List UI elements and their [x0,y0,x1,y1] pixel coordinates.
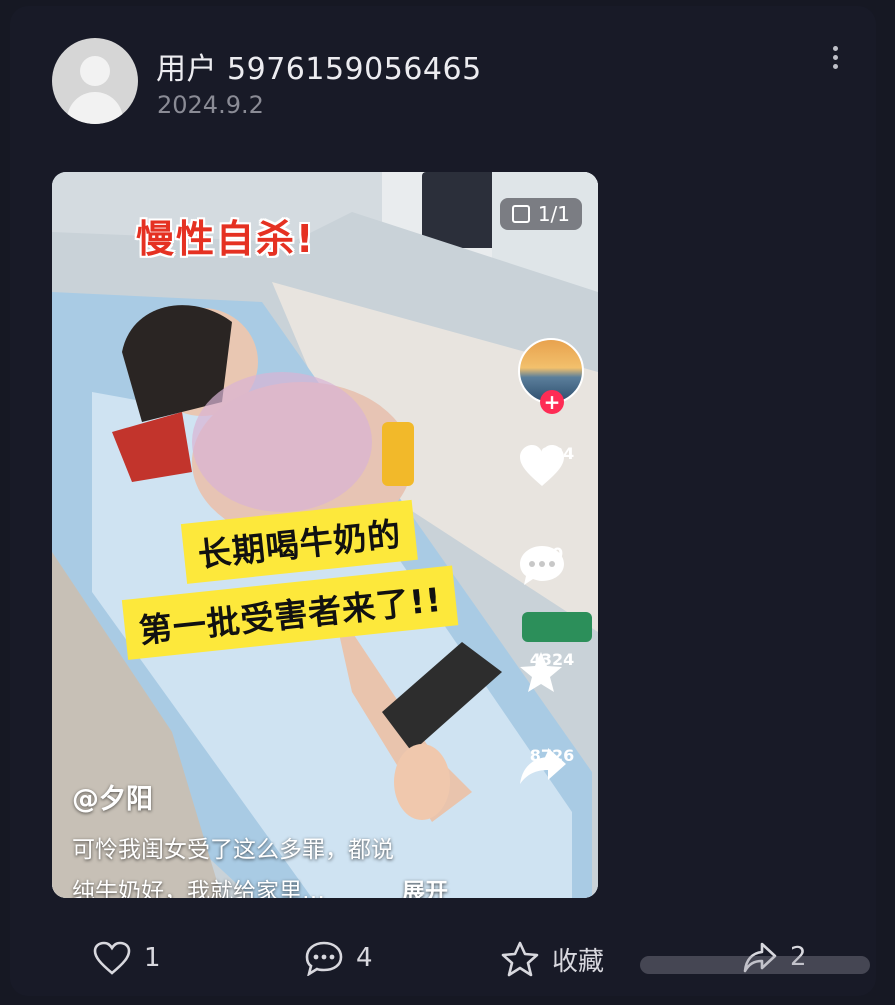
like-count: 1 [144,943,161,973]
side-share-button[interactable]: 8726 [518,746,586,784]
share-icon [520,748,566,784]
description-line-1: 可怜我闺女受了这么多罪，都说 [72,837,394,863]
comment-icon [520,546,564,585]
description-line-2: 纯牛奶好，我就给家里… [72,879,325,898]
side-like-button[interactable]: 6984 [518,444,586,486]
gallery-icon [511,205,530,223]
more-options-icon[interactable] [822,42,848,78]
post-date: 2024.9.2 [157,91,264,119]
heart-icon [520,445,564,486]
watermark-overlay [640,956,870,974]
image-headline: 慢性自杀! [136,217,316,261]
username[interactable]: 用户 5976159056465 [156,44,482,88]
comment-icon [305,941,343,976]
follow-plus-icon[interactable]: + [540,390,564,414]
expand-link[interactable]: 展开 [402,872,448,898]
user-avatar[interactable] [52,38,138,124]
image-counter: 1/1 [499,198,582,230]
side-comment-button[interactable]: 10 [518,544,586,585]
favorite-button[interactable]: 收藏 [500,940,604,978]
comment-count: 4 [356,943,373,973]
star-icon [520,652,562,692]
favorite-label: 收藏 [552,946,605,977]
post-image[interactable]: 1/1 慢性自杀! 长期喝牛奶的 第一批受害者来了!! + 6984 10 43… [52,172,598,898]
like-button[interactable]: 1 [92,940,161,976]
star-icon [501,941,539,977]
comment-button[interactable]: 4 [304,940,373,976]
video-author[interactable]: @夕阳 [72,777,153,816]
image-counter-text: 1/1 [537,202,570,226]
side-favorite-button[interactable]: 4324 [518,650,586,692]
heart-icon [93,941,131,975]
